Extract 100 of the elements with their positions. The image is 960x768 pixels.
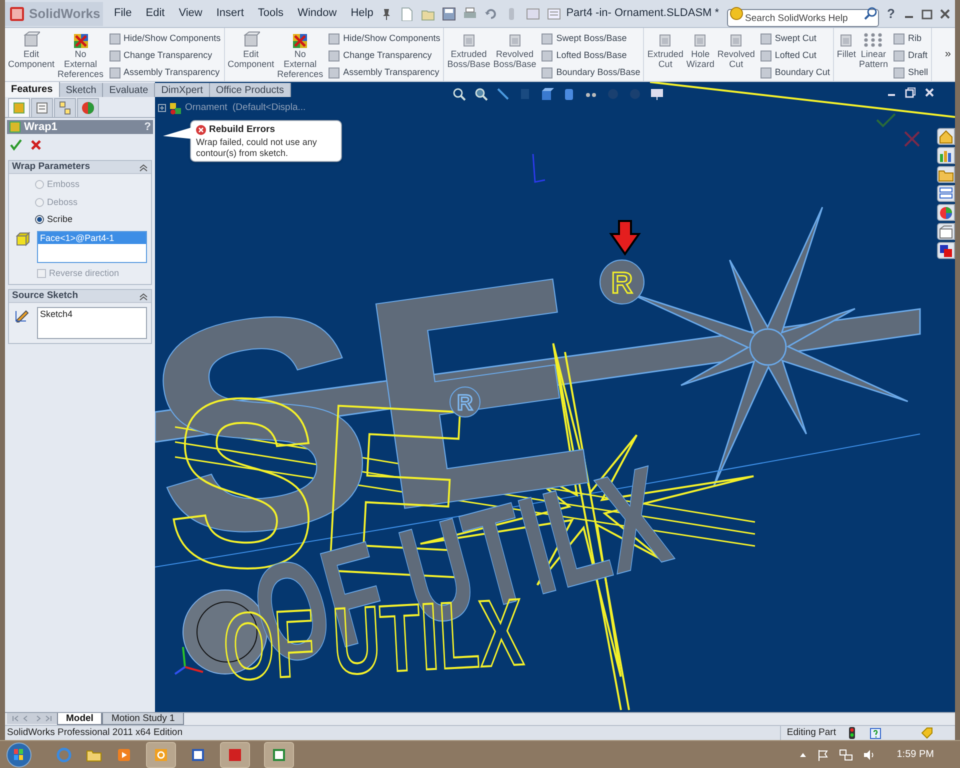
- view-settings-icon[interactable]: [650, 87, 664, 101]
- ribbon-button[interactable]: Lofted Cut: [760, 48, 830, 63]
- ribbon-button[interactable]: Edit Component: [228, 31, 274, 69]
- command-tab[interactable]: Evaluate: [103, 83, 156, 97]
- assembly-icon: [169, 102, 182, 115]
- ribbon-button[interactable]: Change Transparency: [328, 48, 440, 63]
- network-icon[interactable]: [838, 748, 853, 760]
- search-field[interactable]: Search SolidWorks Help: [727, 9, 880, 27]
- menu-item[interactable]: File: [113, 5, 133, 22]
- menu-item[interactable]: Insert: [215, 5, 245, 22]
- task-pane-tab[interactable]: [937, 166, 955, 183]
- ribbon-button[interactable]: Lofted Boss/Base: [541, 48, 640, 63]
- more-button[interactable]: »: [944, 46, 951, 63]
- speaker-icon[interactable]: [862, 748, 875, 760]
- maximize-icon[interactable]: [921, 8, 933, 20]
- task-pane-tab[interactable]: [937, 147, 955, 164]
- ribbon-button[interactable]: Draft: [892, 48, 928, 63]
- ribbon-button[interactable]: Extruded Boss/Base: [447, 31, 490, 69]
- radio-option[interactable]: Scribe: [9, 213, 151, 226]
- ribbon-button[interactable]: Fillet: [836, 31, 856, 59]
- ribbon-button[interactable]: Hide/Show Components: [108, 31, 221, 46]
- panel-tab[interactable]: [8, 98, 30, 117]
- ribbon-button[interactable]: Assembly Transparency: [108, 65, 221, 80]
- taskbar-button[interactable]: [220, 742, 250, 768]
- ribbon-button[interactable]: Revolved Cut: [717, 31, 755, 69]
- cube-icon: [15, 230, 31, 246]
- ribbon-button[interactable]: Boundary Boss/Base: [541, 65, 640, 80]
- caret-up-icon[interactable]: [798, 750, 807, 758]
- tool-icon: [108, 50, 121, 62]
- ribbon-button[interactable]: Extruded Cut: [647, 31, 684, 69]
- tool-icon: [541, 66, 554, 78]
- checkmark-icon[interactable]: [10, 139, 22, 151]
- search-icon[interactable]: [864, 6, 878, 20]
- faint-close-icon: [904, 131, 920, 147]
- ribbon-button[interactable]: Edit Component: [8, 31, 55, 69]
- task-pane-tab[interactable]: [937, 242, 955, 259]
- start-button-icon[interactable]: [6, 742, 32, 768]
- taskbar-button[interactable]: [146, 742, 176, 768]
- undo-icon[interactable]: [484, 6, 498, 20]
- collapse-chevron-icon[interactable]: [139, 162, 148, 172]
- options-icon[interactable]: [547, 6, 562, 20]
- tree-item[interactable]: Ornament (Default<Displa...: [185, 101, 306, 116]
- menu-item[interactable]: Window: [296, 5, 338, 22]
- flag-icon[interactable]: [816, 748, 829, 760]
- view-orientation-icon[interactable]: [540, 87, 554, 101]
- task-pane-tab[interactable]: [937, 223, 955, 240]
- menu-item[interactable]: View: [178, 5, 204, 22]
- task-pane-tab[interactable]: [937, 185, 955, 202]
- ribbon-button[interactable]: Hole Wizard: [686, 31, 714, 69]
- close-icon[interactable]: [30, 139, 42, 151]
- ribbon-button[interactable]: Swept Boss/Base: [541, 31, 640, 46]
- task-pane-tab[interactable]: [937, 204, 955, 221]
- ribbon-button[interactable]: Shell: [892, 65, 928, 80]
- collapse-chevron-icon[interactable]: [139, 292, 148, 300]
- task-pane-tab[interactable]: [937, 128, 955, 145]
- component-icon: [242, 31, 260, 49]
- previous-view-icon[interactable]: [496, 87, 510, 101]
- command-tab[interactable]: Features: [5, 82, 60, 97]
- panel-tab[interactable]: [54, 98, 76, 117]
- panel-tab[interactable]: [31, 98, 53, 117]
- ribbon-button[interactable]: No External References: [277, 31, 324, 79]
- taskbar-button[interactable]: [264, 742, 294, 768]
- component-icon: [22, 31, 40, 49]
- menu-item[interactable]: Edit: [144, 5, 166, 22]
- cube-icon: [227, 746, 243, 762]
- bottom-tab[interactable]: Motion Study 1: [102, 713, 184, 725]
- save-icon[interactable]: [442, 6, 456, 20]
- help-button[interactable]: ?: [887, 4, 895, 24]
- property-icon: [34, 100, 50, 116]
- bottom-tab[interactable]: Model: [57, 713, 102, 725]
- error-icon: [196, 125, 206, 136]
- help-icon[interactable]: [870, 728, 881, 738]
- ribbon-button[interactable]: No External References: [58, 31, 104, 79]
- command-tab[interactable]: Sketch: [60, 83, 104, 97]
- zoom-to-fit-icon[interactable]: [452, 87, 466, 101]
- selection-list[interactable]: Sketch4: [37, 307, 147, 339]
- ribbon-button[interactable]: Swept Cut: [760, 31, 830, 46]
- ribbon-button[interactable]: Hide/Show Components: [328, 31, 440, 46]
- play-icon[interactable]: [116, 746, 132, 762]
- list-item[interactable]: Sketch4: [38, 308, 146, 320]
- ribbon-button[interactable]: Revolved Boss/Base: [493, 31, 536, 69]
- doc-icon[interactable]: [190, 746, 206, 762]
- command-tab[interactable]: Office Products: [210, 83, 292, 97]
- close-icon[interactable]: [939, 8, 951, 20]
- panel-tab[interactable]: [77, 98, 99, 117]
- new-document-icon[interactable]: [400, 6, 414, 20]
- zoom-area-icon[interactable]: [474, 87, 488, 101]
- ribbon-button[interactable]: Boundary Cut: [760, 65, 830, 80]
- ribbon-button[interactable]: Change Transparency: [108, 48, 221, 63]
- ribbon-button[interactable]: Rib: [892, 31, 928, 46]
- menu-item[interactable]: Tools: [256, 5, 285, 22]
- ribbon-button[interactable]: Assembly Transparency: [328, 65, 440, 80]
- expand-icon[interactable]: [158, 104, 166, 112]
- clock[interactable]: 1:59 PM: [896, 747, 934, 762]
- menu-item[interactable]: Help: [350, 5, 374, 22]
- ribbon-button[interactable]: Linear Pattern: [858, 31, 888, 69]
- display-style-icon[interactable]: [562, 87, 576, 101]
- print-icon[interactable]: [463, 6, 478, 20]
- restore-icon[interactable]: [905, 87, 916, 98]
- command-tab[interactable]: DimXpert: [155, 83, 210, 97]
